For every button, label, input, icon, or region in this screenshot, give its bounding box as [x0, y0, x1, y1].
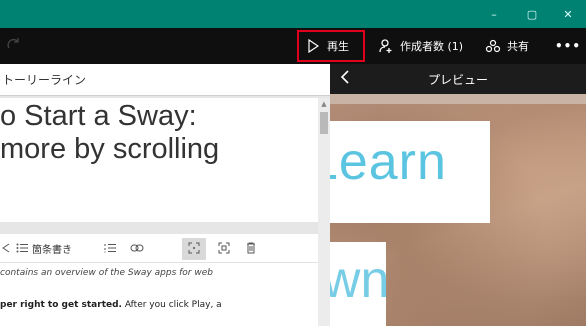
- storyline-header-label: トーリーライン: [2, 73, 87, 87]
- link-icon[interactable]: [130, 234, 144, 262]
- chevron-left-icon[interactable]: [340, 70, 350, 84]
- scroll-up-icon[interactable]: ▲: [320, 100, 328, 108]
- more-options-button[interactable]: •••: [555, 28, 581, 64]
- title-card[interactable]: o Start a Sway: more by scrolling: [0, 98, 318, 222]
- authors-button[interactable]: 作成者数 (1): [378, 28, 463, 64]
- share-label: 共有: [507, 40, 529, 53]
- storyline-panel: トーリーライン o Start a Sway: more by scrollin…: [0, 64, 330, 326]
- preview-panel: プレビュー : Learn own: [330, 64, 586, 326]
- preview-title: プレビュー: [427, 72, 488, 87]
- frame-icon[interactable]: [218, 234, 230, 262]
- authors-label: 作成者数 (1): [400, 40, 464, 53]
- close-button[interactable]: ✕: [550, 0, 586, 28]
- preview-backdrop-band: [330, 94, 586, 104]
- close-icon: ✕: [563, 7, 573, 21]
- focus-icon[interactable]: [188, 234, 200, 262]
- body-text-line-1[interactable]: contains an overview of the Sway apps fo…: [0, 268, 318, 278]
- storyline-scrollbar[interactable]: ▲: [318, 98, 330, 326]
- play-icon: [307, 39, 319, 53]
- preview-header: プレビュー: [330, 64, 586, 94]
- preview-title-text: : Learn: [330, 133, 447, 191]
- play-button[interactable]: 再生: [297, 30, 365, 62]
- app-toolbar: 再生 作成者数 (1) 共有 •••: [0, 28, 586, 64]
- bulleted-list-icon: [16, 243, 28, 253]
- more-icon: •••: [555, 39, 582, 53]
- share-button[interactable]: 共有: [485, 28, 529, 64]
- bullets-label: 箇条書き: [32, 244, 72, 256]
- body-text-line-2[interactable]: per right to get started. After you clic…: [0, 300, 318, 310]
- redo-icon[interactable]: [6, 36, 22, 52]
- format-toolbar: 箇条書き: [0, 234, 318, 263]
- maximize-icon: ▢: [526, 7, 538, 21]
- title-text[interactable]: o Start a Sway: more by scrolling: [0, 100, 318, 166]
- body-regular-text: After you click Play, a: [121, 300, 222, 310]
- bullets-button[interactable]: 箇条書き: [16, 234, 72, 262]
- emphasis-icon[interactable]: [2, 234, 10, 262]
- text-card[interactable]: 箇条書き contains an overview of the Sway ap…: [0, 234, 318, 326]
- minimize-icon: –: [491, 7, 497, 21]
- scroll-thumb[interactable]: [320, 112, 328, 134]
- delete-icon[interactable]: [246, 234, 256, 262]
- storyline-header: トーリーライン: [0, 64, 330, 96]
- play-label: 再生: [327, 40, 349, 53]
- minimize-button[interactable]: –: [476, 0, 512, 28]
- numbered-list-icon[interactable]: [104, 234, 116, 262]
- add-person-icon: [378, 38, 394, 54]
- maximize-button[interactable]: ▢: [514, 0, 550, 28]
- preview-second-text: own: [330, 251, 390, 309]
- window-titlebar: – ▢ ✕: [0, 0, 586, 28]
- body-bold-text: per right to get started.: [0, 300, 122, 310]
- share-icon: [485, 38, 501, 54]
